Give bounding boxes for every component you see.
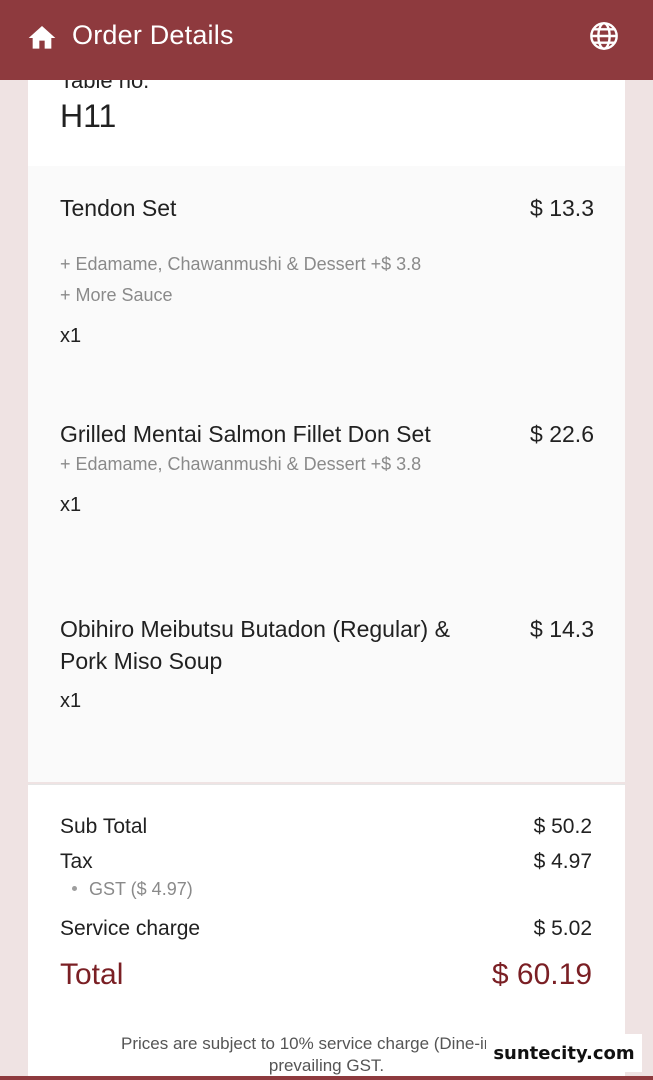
tax-value: $ 4.97 [533,850,592,873]
subtotal-value: $ 50.2 [533,815,592,838]
subtotal-label: Sub Total [60,815,148,838]
order-items-card: Tendon Set $ 13.3 + Edamame, Chawanmushi… [28,166,625,782]
item-price: $ 22.6 [530,421,594,447]
service-charge-label: Service charge [60,917,201,940]
home-icon[interactable] [26,22,58,54]
item-quantity: x1 [60,690,82,712]
bottom-bar [0,1076,653,1080]
item-name: Obihiro Meibutsu Butadon (Regular) & Por… [60,616,450,674]
item-addon: + Edamame, Chawanmushi & Dessert +$ 3.8 [60,454,422,474]
table-label: Table no. [60,80,150,93]
page-title: Order Details [72,20,234,50]
item-name: Grilled Mentai Salmon Fillet Don Set [60,421,431,447]
order-item: Grilled Mentai Salmon Fillet Don Set $ 2… [60,418,594,538]
item-addon: + Edamame, Chawanmushi & Dessert +$ 3.8 [60,254,422,274]
bullet-icon [72,885,77,891]
item-quantity: x1 [60,325,82,347]
item-price: $ 13.3 [530,195,594,221]
service-charge-value: $ 5.02 [533,917,592,940]
total-label: Total [60,958,124,991]
item-quantity: x1 [60,494,82,516]
table-info-card: Table no. H11 [28,80,625,166]
total-value: $ 60.19 [491,958,592,991]
gst-line: GST ($ 4.97) [89,879,193,899]
tax-label: Tax [60,850,93,873]
app-bar: Order Details [0,0,653,80]
table-number: H11 [60,98,117,134]
gst-breakdown: GST ($ 4.97) [72,879,193,900]
globe-icon[interactable] [588,20,620,52]
item-name: Tendon Set [60,195,177,221]
order-item: Obihiro Meibutsu Butadon (Regular) & Por… [60,613,594,743]
order-item: Tendon Set $ 13.3 + Edamame, Chawanmushi… [60,192,594,347]
watermark-logo: suntecity.com [486,1034,642,1072]
item-price: $ 14.3 [530,616,594,642]
item-addon: + More Sauce [60,285,173,305]
